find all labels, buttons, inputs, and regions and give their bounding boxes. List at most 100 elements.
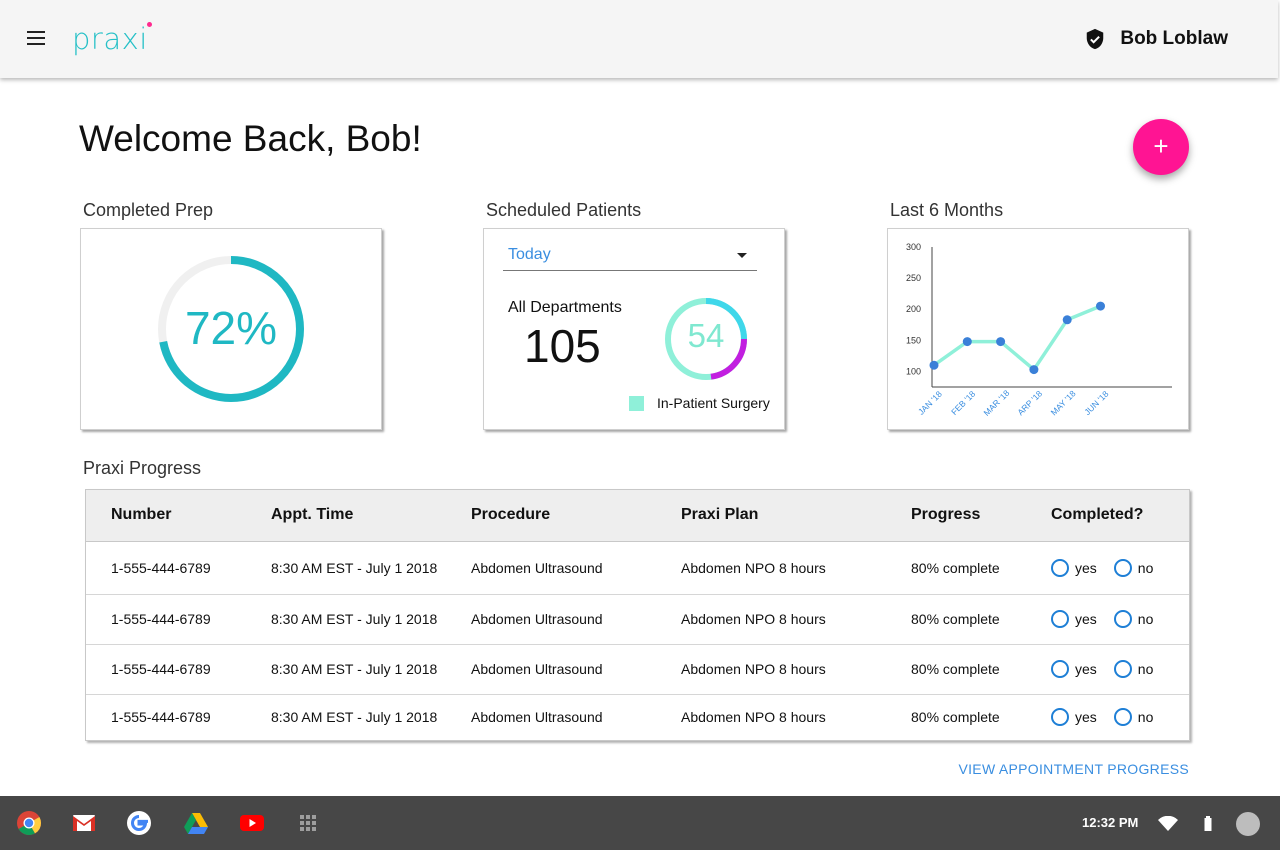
y-tick-label: 300 bbox=[906, 242, 921, 252]
cell-number: 1-555-444-6789 bbox=[86, 594, 271, 645]
radio-no[interactable]: no bbox=[1113, 558, 1154, 577]
user-area[interactable]: Bob Loblaw bbox=[1084, 24, 1228, 54]
radio-circle[interactable] bbox=[1113, 558, 1132, 577]
radio-circle[interactable] bbox=[1051, 558, 1069, 577]
completed-prep-title: Completed Prep bbox=[83, 200, 214, 220]
completed-prep-card: 72% bbox=[80, 228, 382, 430]
battery-icon[interactable] bbox=[1203, 816, 1213, 832]
data-point bbox=[929, 360, 939, 370]
cell-progress: 80% complete bbox=[911, 709, 1000, 726]
app-launcher-icon[interactable] bbox=[294, 809, 322, 837]
column-header-progress: Progress bbox=[911, 490, 1051, 542]
completed-radio-group: yes no bbox=[1051, 610, 1189, 628]
add-button[interactable]: + bbox=[1133, 119, 1189, 175]
period-select-value: Today bbox=[508, 246, 551, 263]
cell-procedure: Abdomen Ultrasound bbox=[471, 541, 681, 595]
radio-no-label: no bbox=[1137, 661, 1154, 677]
x-tick-label: JUN '18 bbox=[1082, 389, 1110, 417]
completed-radio-group: yes no bbox=[1051, 558, 1189, 577]
radio-yes-label: yes bbox=[1075, 559, 1097, 576]
youtube-icon[interactable] bbox=[238, 809, 266, 837]
progress-table: Number Appt. Time Procedure Praxi Plan P… bbox=[85, 489, 1190, 741]
radio-yes[interactable]: yes bbox=[1051, 558, 1097, 577]
praxi-logo[interactable]: praxi bbox=[72, 22, 162, 64]
table-row: 1-555-444-6789 8:30 AM EST - July 1 2018… bbox=[86, 644, 1189, 695]
user-avatar[interactable] bbox=[1236, 812, 1260, 836]
shield-check-icon bbox=[1087, 28, 1104, 50]
period-select[interactable]: Today bbox=[503, 241, 757, 271]
gmail-icon[interactable] bbox=[70, 809, 98, 837]
cell-completed: yes no bbox=[1051, 644, 1189, 695]
column-header-appt-time: Appt. Time bbox=[271, 490, 471, 542]
column-header-completed: Completed? bbox=[1051, 490, 1189, 542]
app-bar: praxi Bob Loblaw bbox=[0, 0, 1278, 78]
logo-text: praxi bbox=[72, 22, 148, 56]
line-chart: 300 250 200 150 100 JAN '18 FEB '18 MAR '18 ARP … bbox=[906, 242, 1172, 418]
radio-circle[interactable] bbox=[1113, 708, 1132, 727]
cell-procedure: Abdomen Ultrasound bbox=[471, 594, 681, 645]
data-point bbox=[1062, 315, 1072, 325]
radio-yes[interactable]: yes bbox=[1051, 708, 1097, 727]
cell-progress: 80% complete bbox=[911, 541, 1051, 595]
column-header-praxi-plan: Praxi Plan bbox=[681, 490, 911, 542]
menu-icon[interactable] bbox=[27, 31, 45, 45]
radio-circle[interactable] bbox=[1051, 610, 1069, 628]
plus-icon: + bbox=[1153, 131, 1169, 161]
view-appointment-progress-link[interactable]: VIEW APPOINTMENT PROGRESS bbox=[958, 761, 1189, 777]
table-row: 1-555-444-6789 8:30 AM EST - July 1 2018… bbox=[86, 541, 1189, 595]
x-tick-label: MAY '18 bbox=[1049, 388, 1078, 417]
cell-appt-time: 8:30 AM EST - July 1 2018 bbox=[271, 644, 471, 695]
radio-yes[interactable]: yes bbox=[1051, 610, 1097, 628]
table-row: 1-555-444-6789 8:30 AM EST - July 1 2018… bbox=[86, 594, 1189, 645]
clock[interactable]: 12:32 PM bbox=[1082, 815, 1138, 830]
cell-procedure: Abdomen Ultrasound bbox=[471, 644, 681, 695]
radio-yes-label: yes bbox=[1075, 661, 1097, 677]
department-label: All Departments bbox=[508, 299, 622, 316]
cell-progress: 80% complete bbox=[911, 594, 1051, 645]
os-shelf: 12:32 PM bbox=[0, 796, 1280, 850]
radio-circle[interactable] bbox=[1113, 660, 1132, 678]
cell-progress: 80% complete bbox=[911, 644, 1051, 695]
wifi-icon[interactable] bbox=[1158, 816, 1178, 832]
cell-number: 1-555-444-6789 bbox=[111, 709, 211, 726]
data-point bbox=[996, 337, 1006, 347]
cell-number: 1-555-444-6789 bbox=[86, 541, 271, 595]
completed-radio-group: yes no bbox=[1051, 660, 1189, 678]
radio-circle[interactable] bbox=[1051, 660, 1069, 678]
logo-dot bbox=[147, 22, 152, 27]
radio-circle[interactable] bbox=[1113, 610, 1132, 628]
radio-no-label: no bbox=[1137, 559, 1154, 576]
dropdown-arrow-icon bbox=[737, 253, 747, 258]
radio-no[interactable]: no bbox=[1113, 708, 1153, 727]
cell-appt-time: 8:30 AM EST - July 1 2018 bbox=[271, 594, 471, 645]
cell-appt-time: 8:30 AM EST - July 1 2018 bbox=[271, 709, 438, 726]
x-tick-label: FEB '18 bbox=[949, 389, 977, 417]
cell-procedure: Abdomen Ultrasound bbox=[471, 709, 603, 726]
x-tick-label: JAN '18 bbox=[916, 389, 944, 417]
x-tick-label: MAR '18 bbox=[982, 388, 1012, 418]
cell-praxi-plan: Abdomen NPO 8 hours bbox=[681, 644, 911, 695]
table-header-row: Number Appt. Time Procedure Praxi Plan P… bbox=[86, 490, 1189, 542]
user-name: Bob Loblaw bbox=[1120, 28, 1228, 49]
drive-icon[interactable] bbox=[182, 809, 210, 837]
cell-appt-time: 8:30 AM EST - July 1 2018 bbox=[271, 541, 471, 595]
progress-title: Praxi Progress bbox=[83, 458, 202, 478]
x-tick-label: ARP '18 bbox=[1015, 388, 1044, 417]
radio-circle[interactable] bbox=[1051, 708, 1069, 727]
cell-completed: yes no bbox=[1051, 594, 1189, 645]
department-count: 105 bbox=[524, 320, 601, 372]
radio-no[interactable]: no bbox=[1113, 660, 1154, 678]
radio-yes-label: yes bbox=[1075, 611, 1097, 627]
radio-no-label: no bbox=[1137, 611, 1154, 627]
google-icon[interactable] bbox=[125, 809, 153, 837]
column-header-number: Number bbox=[86, 490, 271, 542]
chrome-icon[interactable] bbox=[15, 809, 43, 837]
cell-praxi-plan: Abdomen NPO 8 hours bbox=[681, 709, 826, 726]
y-tick-label: 100 bbox=[906, 366, 921, 376]
cell-number: 1-555-444-6789 bbox=[86, 644, 271, 695]
radio-yes[interactable]: yes bbox=[1051, 660, 1097, 678]
completed-prep-value: 72% bbox=[184, 302, 278, 354]
radio-yes-label: yes bbox=[1075, 709, 1097, 726]
radio-no[interactable]: no bbox=[1113, 610, 1154, 628]
column-header-procedure: Procedure bbox=[471, 490, 681, 542]
